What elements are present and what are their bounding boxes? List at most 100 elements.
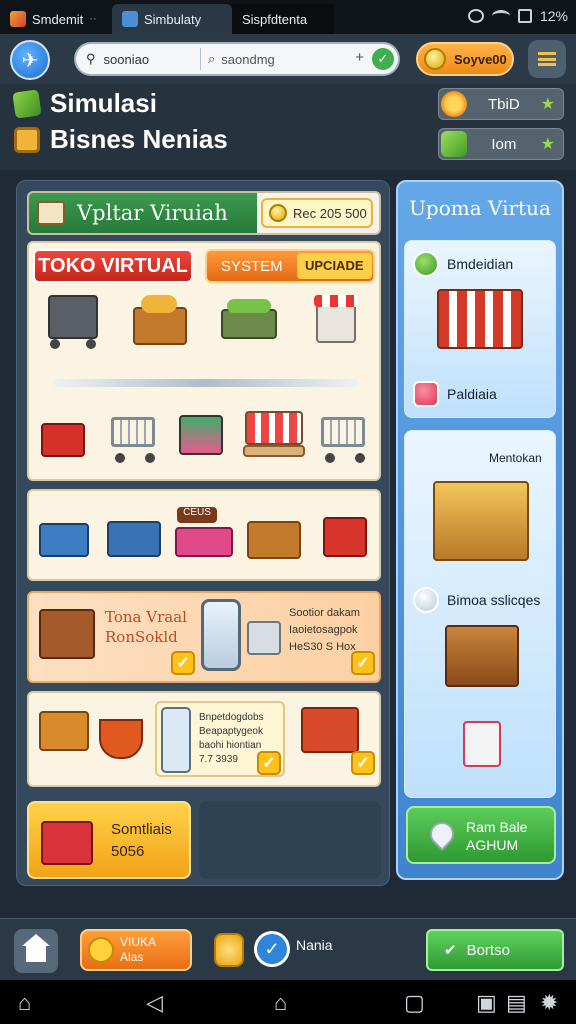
search-field[interactable]: ⌕ saondmg [208, 44, 275, 74]
sidebar-title: Upoma Virtua [409, 196, 551, 220]
offer-title: Tona Vraal RonSokld [105, 608, 187, 646]
kiosk-item[interactable] [304, 289, 366, 355]
sidebar-row-3: Mentokan [489, 451, 542, 465]
sidebar-card-1[interactable]: Bmdeidian Paldiaia [404, 240, 556, 418]
star-icon: ★ [540, 136, 555, 153]
viuka-label: VIUKA Alas [120, 935, 157, 964]
simulation-label: Somtliais 5056 [111, 821, 172, 860]
veg-basket-item[interactable] [217, 289, 279, 355]
sun-icon [441, 91, 467, 117]
checkbox-product-1[interactable]: ✓ [257, 751, 281, 775]
system-upgrade-button[interactable]: SYSTEM UPCIADE [205, 249, 375, 283]
tab-dots[interactable]: ·· [89, 13, 96, 25]
tab-simbulaty[interactable]: Simbulaty [112, 4, 232, 34]
screen-icon [14, 126, 40, 153]
title-line-1: Simulasi [12, 88, 157, 119]
cart-item[interactable] [42, 289, 104, 355]
stall-icon [245, 411, 303, 445]
bread-crate-item[interactable] [243, 503, 305, 569]
red-shop-item[interactable] [313, 503, 375, 569]
leaf-icon [12, 88, 42, 119]
ram-bale-button[interactable]: Ram Bale AGHUM [406, 806, 556, 864]
sidebar-row-1: Bmdeidian [413, 251, 513, 277]
system-nav-bar: ⌂ ◁ ⌂ ▢ ▣ ▤ ✹ [0, 980, 576, 1024]
home-nav-icon[interactable]: ⌂ [274, 992, 287, 1014]
store-icon[interactable]: ⌂ [18, 992, 31, 1014]
simulation-button[interactable]: Somtliais 5056 [27, 801, 191, 879]
app-icon[interactable]: ▣ [476, 992, 497, 1014]
market-stall-item[interactable] [243, 403, 305, 469]
bortso-button[interactable]: ✔ Bortso [426, 929, 564, 971]
price-text: Rec 205 500 [293, 205, 367, 221]
divider [200, 48, 201, 70]
trolley-item[interactable] [103, 403, 165, 469]
display-stand-item[interactable] [173, 403, 235, 469]
smiley-icon [88, 937, 114, 963]
toko-virtual-offer[interactable]: Tona Vraal RonSokld Sootior dakam Iaoiet… [27, 591, 381, 683]
stand-icon [39, 711, 89, 751]
address-bar[interactable]: ⚲ sooniao ⌕ saondmg + ✓ [74, 42, 400, 76]
coin-stack-button[interactable] [214, 933, 244, 967]
green-coin-icon [413, 251, 439, 277]
bortso-label: Bortso [466, 941, 510, 959]
sidebar-card-2[interactable]: Mentokan Bimoa sslicqes [404, 430, 556, 798]
shop-icon [301, 707, 359, 753]
check-button[interactable]: ✓ [254, 931, 290, 967]
coin-icon [269, 204, 287, 222]
cart-icon [247, 621, 281, 655]
ledger-icon [37, 201, 65, 225]
tab-sispfdtenta[interactable]: Sispfdtenta [232, 4, 334, 34]
checkbox-product-2[interactable]: ✓ [351, 751, 375, 775]
toko-virtual-tab[interactable]: TOKO VIRTUAL [33, 249, 193, 283]
fridge-item[interactable] [33, 503, 95, 569]
mania-label[interactable]: Nania [296, 937, 333, 953]
viuka-button[interactable]: VIUKA Alas [80, 929, 192, 971]
menu-button[interactable] [528, 40, 566, 78]
status-time: 12% [539, 8, 568, 24]
product-offer-card[interactable]: Bnpetdogdobs Beapaptygeok baohi hiontian… [27, 691, 381, 787]
market-stand-icon [437, 289, 523, 349]
user-icon: ⚲ [86, 51, 96, 66]
stat-pill-cash[interactable]: Iom ★ [438, 128, 564, 160]
status-icons: 12% [467, 8, 568, 24]
checkbox-offer-2[interactable]: ✓ [351, 651, 375, 675]
sidebar-row-4: Bimoa sslicqes [413, 587, 540, 613]
search-icon: ⌕ [208, 51, 216, 66]
shopping-cart-item[interactable] [313, 403, 375, 469]
shop-icon [323, 517, 367, 557]
sync-icon [467, 9, 484, 23]
toolbar: ✈ ⚲ sooniao ⌕ saondmg + ✓ Soyve00 [0, 34, 576, 84]
produce-stall-icon [445, 625, 519, 687]
check-go-button[interactable]: ✓ [372, 48, 394, 70]
title-line-2: Bisnes Nenias [14, 124, 228, 155]
star-icon: ★ [540, 96, 555, 113]
product-sign-item[interactable]: CEUS [173, 503, 235, 569]
settings-icon[interactable]: ✹ [540, 992, 558, 1014]
cashier-icon [433, 481, 529, 561]
menu-icon [538, 52, 556, 66]
register-item[interactable] [33, 403, 95, 469]
home-button[interactable] [14, 929, 58, 973]
coin-balance[interactable]: Soyve00 [416, 42, 514, 76]
price-badge[interactable]: Rec 205 500 [261, 198, 373, 228]
tab-smdemit[interactable]: Smdemit ·· [0, 4, 112, 34]
offer-details: Sootior dakam Iaoietosagpok HeS30 S Hox [289, 607, 360, 653]
register-icon [41, 821, 93, 865]
bin-icon [175, 527, 233, 557]
freezer-item[interactable] [103, 503, 165, 569]
back-icon[interactable]: ◁ [146, 992, 163, 1014]
camera-icon [463, 721, 501, 767]
produce-crate-item[interactable] [129, 289, 191, 355]
recents-icon[interactable]: ▢ [404, 992, 425, 1014]
add-icon[interactable]: + [355, 49, 364, 66]
stat-pill-energy[interactable]: TbiD ★ [438, 88, 564, 120]
pill-value: TbiD [487, 95, 520, 113]
cash-icon [441, 131, 467, 157]
game-icon[interactable]: ▤ [506, 992, 527, 1014]
coin-balance-text: Soyve00 [454, 51, 507, 67]
vegetable-icon [226, 299, 271, 313]
row-label: Bimoa sslicqes [447, 592, 541, 608]
search-text: saondmg [221, 51, 275, 67]
checkbox-offer-1[interactable]: ✓ [171, 651, 195, 675]
bird-logo-button[interactable]: ✈ [10, 40, 50, 80]
